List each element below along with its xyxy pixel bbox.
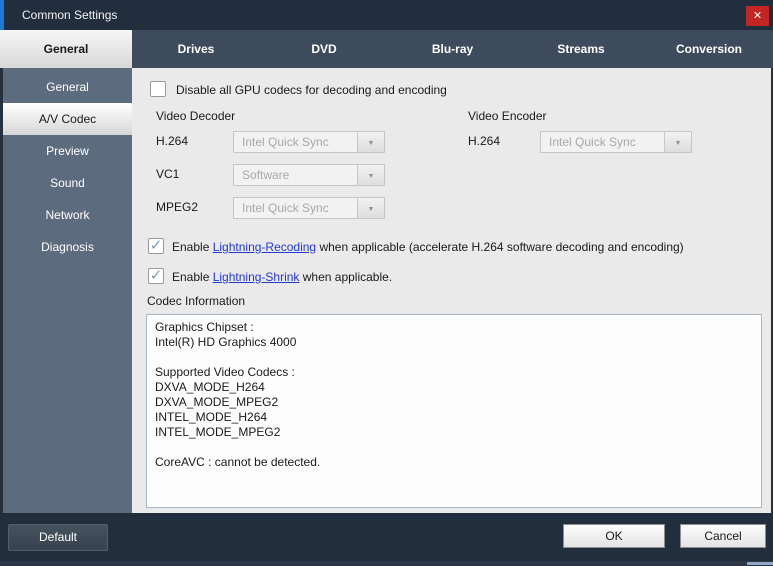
sidebar: General A/V Codec Preview Sound Network … [0,68,132,513]
sidebar-item-network[interactable]: Network [3,199,132,231]
lightning-recoding-suffix: when applicable (accelerate H.264 softwa… [316,240,684,254]
lightning-shrink-prefix: Enable [172,270,213,284]
dropdown-arrow-icon: ▼ [357,132,384,152]
default-button[interactable]: Default [8,524,108,551]
lightning-recoding-prefix: Enable [172,240,213,254]
disable-gpu-codecs-label: Disable all GPU codecs for decoding and … [176,83,447,97]
tab-conversion[interactable]: Conversion [645,30,773,68]
ok-button[interactable]: OK [563,524,665,548]
sidebar-item-general[interactable]: General [3,71,132,103]
lightning-recoding-label: Enable Lightning-Recoding when applicabl… [172,240,684,254]
decoder-mpeg2-select[interactable]: Intel Quick Sync ▼ [233,197,385,219]
decoder-vc1-value: Software [242,168,290,182]
tab-drives[interactable]: Drives [132,30,260,68]
lightning-shrink-suffix: when applicable. [299,270,393,284]
encoder-h264-value: Intel Quick Sync [549,135,636,149]
tab-bar: General Drives DVD Blu-ray Streams Conve… [0,30,773,68]
decoder-h264-select[interactable]: Intel Quick Sync ▼ [233,131,385,153]
dropdown-arrow-icon: ▼ [357,165,384,185]
codec-information-box: Graphics Chipset : Intel(R) HD Graphics … [146,314,762,508]
lightning-shrink-link[interactable]: Lightning-Shrink [213,270,300,284]
decoder-mpeg2-label: MPEG2 [156,200,199,214]
sidebar-item-sound[interactable]: Sound [3,167,132,199]
sidebar-item-preview[interactable]: Preview [3,135,132,167]
lightning-recoding-link[interactable]: Lightning-Recoding [213,240,316,254]
decoder-h264-label: H.264 [156,134,189,148]
encoder-h264-label: H.264 [468,134,501,148]
encoder-h264-select[interactable]: Intel Quick Sync ▼ [540,131,692,153]
dropdown-arrow-icon: ▼ [664,132,691,152]
lightning-recoding-checkbox[interactable]: ✓ [148,237,164,254]
titlebar-accent [0,0,4,30]
close-button[interactable]: ✕ [746,6,769,26]
close-icon: ✕ [752,10,763,22]
decoder-vc1-label: VC1 [156,167,180,181]
window-left-edge [0,68,3,513]
lightning-shrink-checkbox[interactable]: ✓ [148,267,164,284]
decoder-h264-value: Intel Quick Sync [242,135,329,149]
decoder-vc1-select[interactable]: Software ▼ [233,164,385,186]
codec-information-title: Codec Information [147,294,246,308]
tab-general[interactable]: General [0,30,132,68]
window-bottom-edge [0,561,773,566]
video-decoder-title: Video Decoder [156,109,236,123]
codec-information-text: Graphics Chipset : Intel(R) HD Graphics … [155,320,321,469]
resize-grip[interactable] [747,562,773,565]
tab-blu-ray[interactable]: Blu-ray [388,30,517,68]
titlebar: Common Settings [0,0,773,30]
disable-gpu-codecs-checkbox[interactable] [150,81,166,97]
dropdown-arrow-icon: ▼ [357,198,384,218]
cancel-button[interactable]: Cancel [680,524,766,548]
sidebar-item-diagnosis[interactable]: Diagnosis [3,231,132,263]
decoder-mpeg2-value: Intel Quick Sync [242,201,329,215]
tab-dvd[interactable]: DVD [260,30,388,68]
common-settings-dialog: Common Settings ✕ General Drives DVD Blu… [0,0,773,566]
lightning-shrink-label: Enable Lightning-Shrink when applicable. [172,270,392,284]
sidebar-item-av-codec[interactable]: A/V Codec [3,103,132,135]
window-title: Common Settings [22,8,118,22]
check-icon: ✓ [149,267,163,284]
video-encoder-title: Video Encoder [468,109,547,123]
tab-streams[interactable]: Streams [517,30,645,68]
check-icon: ✓ [149,237,163,254]
